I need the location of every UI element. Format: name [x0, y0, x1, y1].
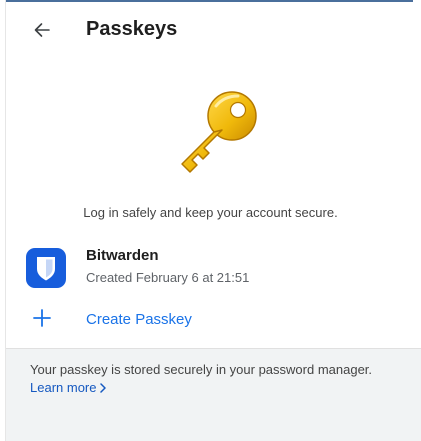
create-passkey-label: Create Passkey	[86, 311, 192, 328]
passkey-name: Bitwarden	[86, 247, 159, 264]
passkey-item-bitwarden[interactable]: Bitwarden Created February 6 at 21:51	[26, 245, 396, 291]
back-button[interactable]	[28, 16, 56, 44]
window-top-border	[6, 0, 413, 2]
learn-more-link[interactable]: Learn more	[30, 380, 107, 395]
page-title: Passkeys	[86, 18, 178, 40]
passkeys-page: Passkeys Log in safely and keep your acc…	[0, 0, 421, 441]
footer-info: Your passkey is stored securely in your …	[6, 348, 421, 441]
tagline: Log in safely and keep your account secu…	[83, 205, 338, 220]
header: Passkeys	[0, 10, 421, 50]
footer-note: Your passkey is stored securely in your …	[30, 362, 373, 377]
create-passkey-button[interactable]: Create Passkey	[26, 305, 326, 335]
chevron-right-icon	[100, 383, 107, 393]
bitwarden-shield-icon	[26, 248, 66, 288]
learn-more-label: Learn more	[30, 380, 97, 395]
passkey-created-date: Created February 6 at 21:51	[86, 270, 250, 285]
plus-icon	[33, 309, 51, 327]
arrow-left-icon	[34, 23, 50, 37]
key-icon	[181, 91, 257, 173]
